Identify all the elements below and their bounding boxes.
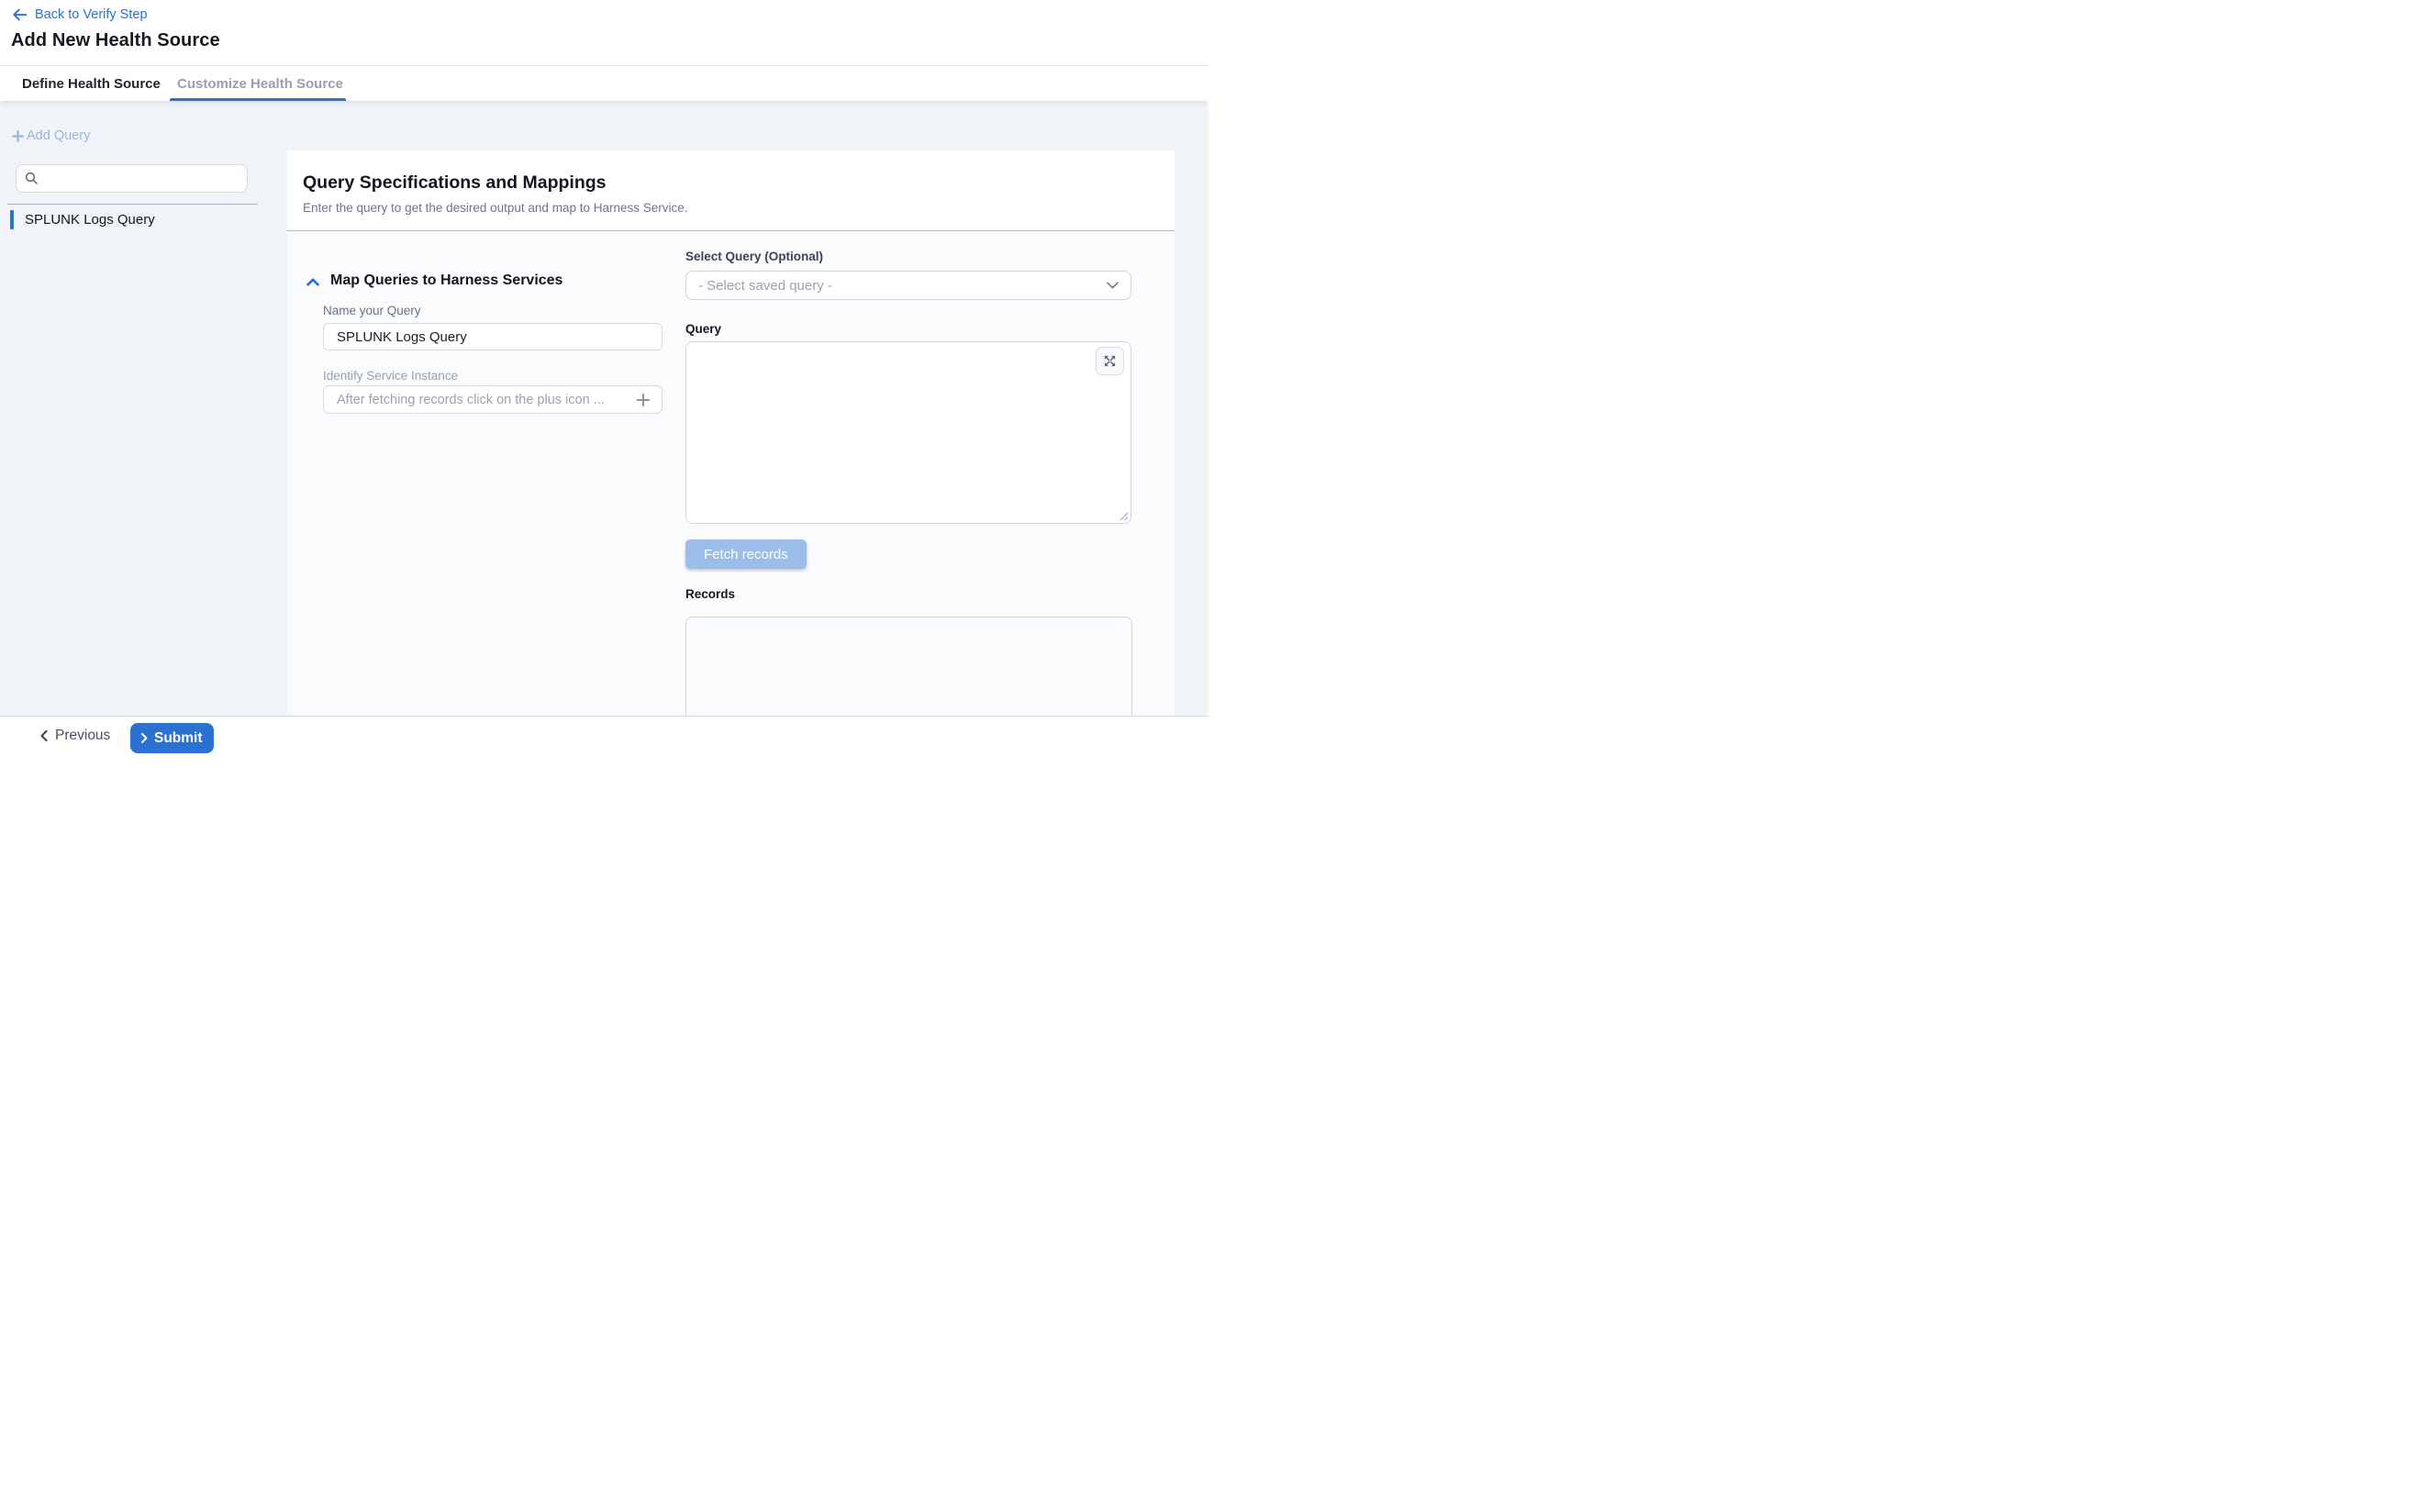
collapse-section-button[interactable] <box>306 278 319 286</box>
chevron-right-icon <box>141 733 148 743</box>
tab-bar: Define Health Source Customize Health So… <box>0 65 1208 101</box>
plus-icon <box>12 130 24 142</box>
previous-label: Previous <box>55 728 110 744</box>
records-output <box>685 617 1132 716</box>
chevron-left-icon <box>40 730 48 741</box>
tab-define-health-source[interactable]: Define Health Source <box>22 66 161 101</box>
arrow-left-icon <box>13 8 27 21</box>
expand-query-button[interactable] <box>1096 347 1124 375</box>
page-title: Add New Health Source <box>11 30 220 51</box>
panel-subtitle: Enter the query to get the desired outpu… <box>303 201 688 215</box>
service-instance-input[interactable] <box>335 392 634 408</box>
query-search <box>16 164 248 193</box>
tab-customize-health-source[interactable]: Customize Health Source <box>177 66 343 101</box>
name-your-query-label: Name your Query <box>323 304 421 317</box>
submit-label: Submit <box>154 730 203 747</box>
resize-handle[interactable] <box>1118 510 1129 521</box>
select-query-label: Select Query (Optional) <box>685 250 823 263</box>
query-name-field <box>323 323 663 350</box>
panel-header: Query Specifications and Mappings Enter … <box>287 150 1175 231</box>
previous-button[interactable]: Previous <box>37 722 114 750</box>
query-name-input[interactable] <box>335 328 651 346</box>
back-link[interactable]: Back to Verify Step <box>13 7 148 22</box>
add-query-label: Add Query <box>27 128 90 143</box>
map-queries-section-title: Map Queries to Harness Services <box>330 272 562 289</box>
service-instance-field <box>323 385 663 414</box>
saved-query-select[interactable]: - Select saved query - <box>685 271 1131 300</box>
back-label: Back to Verify Step <box>35 7 148 22</box>
fetch-records-button[interactable]: Fetch records <box>685 539 807 569</box>
header: Back to Verify Step Add New Health Sourc… <box>0 0 1208 65</box>
saved-query-select-value: - Select saved query - <box>698 278 1107 294</box>
search-icon <box>25 172 39 185</box>
submit-button[interactable]: Submit <box>130 723 214 753</box>
query-item-label: SPLUNK Logs Query <box>25 212 155 228</box>
selected-indicator <box>10 210 14 229</box>
add-query-button[interactable]: Add Query <box>12 128 90 143</box>
add-service-instance-button[interactable] <box>634 391 652 409</box>
query-textarea[interactable] <box>685 341 1131 524</box>
query-specifications-panel: Query Specifications and Mappings Enter … <box>287 150 1175 716</box>
footer-bar: Previous Submit <box>0 716 1208 756</box>
query-label: Query <box>685 322 721 336</box>
resize-grip-icon <box>1118 510 1129 521</box>
sidebar-divider <box>7 204 258 205</box>
records-label: Records <box>685 587 735 601</box>
page: Back to Verify Step Add New Health Sourc… <box>0 0 1208 756</box>
chevron-down-icon <box>1107 282 1119 289</box>
active-tab-underline <box>170 98 346 101</box>
sidebar-item-splunk-logs-query[interactable]: SPLUNK Logs Query <box>10 210 249 229</box>
chevron-up-icon <box>306 278 319 286</box>
identify-service-instance-label: Identify Service Instance <box>323 369 458 383</box>
panel-title: Query Specifications and Mappings <box>303 172 606 194</box>
plus-icon <box>636 393 651 407</box>
search-input[interactable] <box>45 171 239 187</box>
expand-icon <box>1103 354 1117 368</box>
